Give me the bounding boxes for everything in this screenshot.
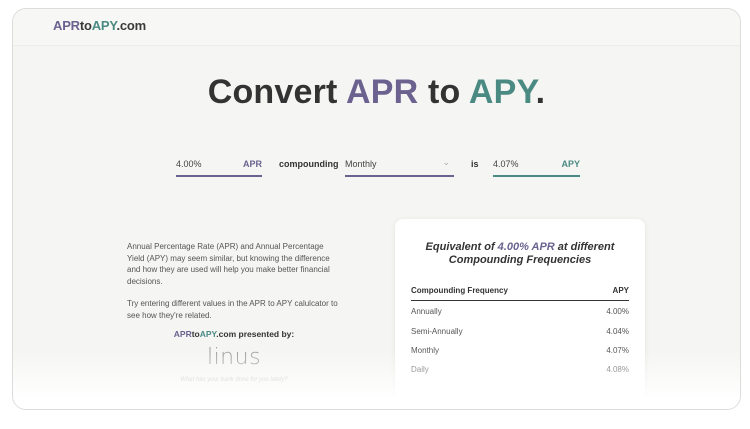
table-row: Monthly 4.07% xyxy=(411,346,629,358)
column-header-apy: APY xyxy=(612,286,629,295)
logo-to: to xyxy=(79,18,92,33)
equivalents-card: Equivalent of 4.00% APR at different Com… xyxy=(395,219,645,409)
intro-paragraph-1: Annual Percentage Rate (APR) and Annual … xyxy=(127,242,330,286)
title-to: to xyxy=(428,73,461,111)
site-logo[interactable]: APRtoAPY.com xyxy=(53,18,146,33)
frequency-select-value: Monthly xyxy=(345,159,377,169)
presented-apr: APR xyxy=(173,329,192,339)
card-title-value: 4.00% APR xyxy=(497,241,555,253)
title-convert: Convert xyxy=(207,73,338,111)
calculator: 4.00% APR compounding Monthly ⌄ is 4.07%… xyxy=(13,153,740,183)
row-frequency: Semi-Annually xyxy=(411,327,463,336)
title-dot: . xyxy=(535,73,546,111)
apy-output[interactable]: 4.07% APY xyxy=(493,153,580,177)
presented-suffix: .com presented by: xyxy=(216,329,295,339)
table-header: Compounding Frequency APY xyxy=(411,286,629,301)
row-apy: 4.07% xyxy=(606,346,629,355)
apr-input[interactable]: 4.00% APR xyxy=(176,153,262,177)
intro-paragraph-2: Try entering different values in the APR… xyxy=(127,299,338,320)
intro-text: Annual Percentage Rate (APR) and Annual … xyxy=(127,241,341,332)
apr-input-tag: APR xyxy=(242,159,262,169)
logo-apy: APY xyxy=(91,18,117,33)
card-title-prefix: Equivalent of xyxy=(425,241,498,253)
apy-output-tag: APY xyxy=(561,159,580,169)
row-frequency: Annually xyxy=(411,307,442,316)
card-title-suffix: at different xyxy=(554,241,615,253)
row-apy: 4.08% xyxy=(606,365,629,374)
chevron-down-icon: ⌄ xyxy=(442,157,450,167)
column-header-frequency: Compounding Frequency xyxy=(411,286,508,295)
row-apy: 4.00% xyxy=(606,307,629,316)
is-label: is xyxy=(471,159,479,169)
card-title: Equivalent of 4.00% APR at different Com… xyxy=(395,241,645,266)
table-row: Daily 4.08% xyxy=(411,365,629,377)
presented-by: APRtoAPY.com presented by: xyxy=(127,329,341,339)
sponsor-logo[interactable]: linus xyxy=(127,345,341,370)
apy-output-value: 4.07% xyxy=(493,159,519,169)
compounding-label: compounding xyxy=(279,159,339,169)
presented-to: to xyxy=(191,329,200,339)
sponsor-tagline: What has your bank done for you lately? xyxy=(180,377,288,383)
logo-suffix: .com xyxy=(116,18,146,33)
title-apy: APY xyxy=(468,73,536,111)
table-row: Annually 4.00% xyxy=(411,307,629,319)
table-row: Semi-Annually 4.04% xyxy=(411,327,629,339)
row-frequency: Daily xyxy=(411,365,429,374)
apr-input-value: 4.00% xyxy=(176,159,202,169)
row-frequency: Monthly xyxy=(411,346,440,355)
site-header: APRtoAPY.com xyxy=(13,9,740,46)
logo-apr: APR xyxy=(53,18,80,33)
frequency-select[interactable]: Monthly ⌄ xyxy=(345,153,454,177)
page-title: Convert APR to APY. xyxy=(13,73,740,112)
title-apr: APR xyxy=(345,73,419,111)
presented-apy: APY xyxy=(199,329,217,339)
browser-frame: APRtoAPY.com Convert APR to APY. 4.00% A… xyxy=(12,8,741,410)
card-title-line2: Compounding Frequencies xyxy=(448,253,592,266)
row-apy: 4.04% xyxy=(606,327,629,336)
